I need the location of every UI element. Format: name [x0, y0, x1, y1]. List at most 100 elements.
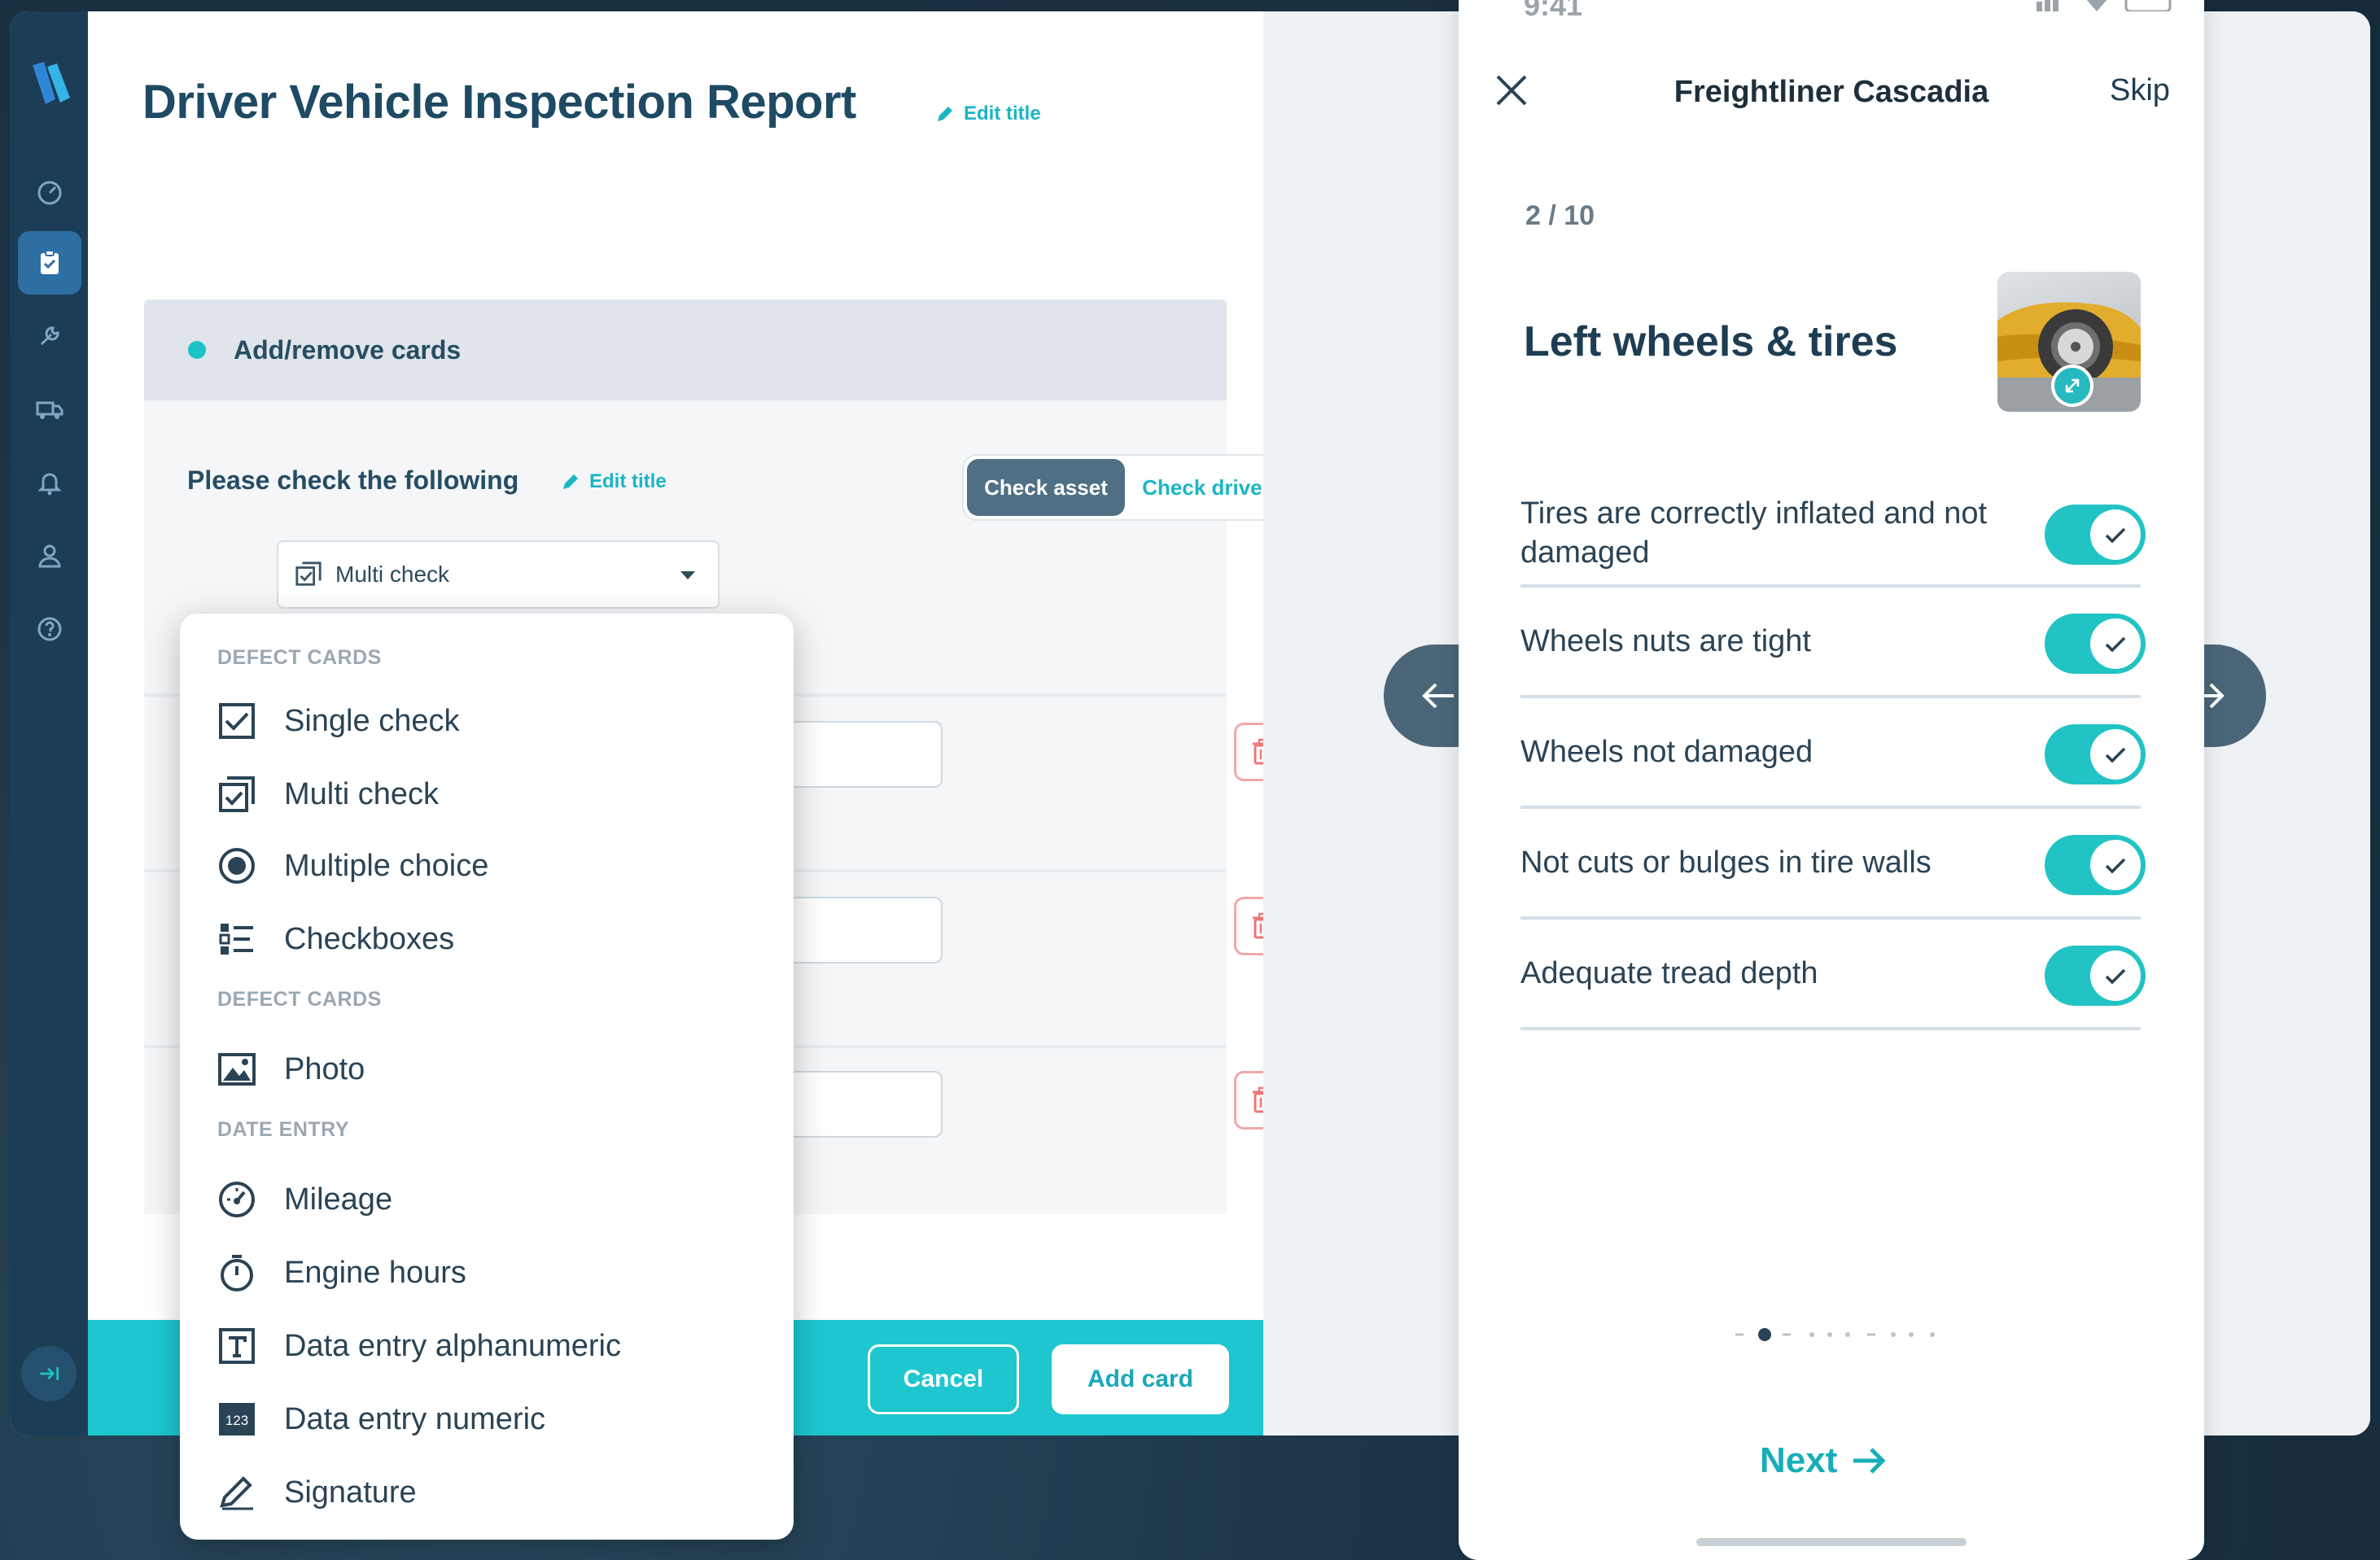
card-type-value: Multi check [335, 562, 450, 587]
dropdown-item-engine-hours[interactable]: Engine hours [217, 1248, 466, 1297]
nav-maintenance[interactable] [18, 304, 81, 368]
check-item-label: Adequate tread depth [1520, 956, 1818, 990]
image-icon [218, 1053, 256, 1086]
user-icon [38, 544, 61, 568]
checkmark-icon [2105, 747, 2126, 763]
sidebar-collapse-button[interactable] [21, 1346, 77, 1401]
svg-text:123: 123 [225, 1413, 248, 1428]
check-toggle[interactable] [2045, 614, 2146, 674]
check-item-label: Tires are correctly inflated and not dam… [1520, 496, 1988, 570]
nav-inspections[interactable] [18, 231, 81, 295]
skip-button[interactable]: Skip [2110, 73, 2170, 108]
arrow-right-icon [1853, 1448, 1886, 1474]
logo[interactable] [28, 59, 73, 107]
check-item-label: Not cuts or bulges in tire walls [1520, 846, 1932, 880]
bell-icon [37, 473, 62, 496]
check-toggle[interactable] [2045, 505, 2146, 565]
chevron-down-icon [680, 571, 695, 579]
check-type-tabs: Check asset Check driver [962, 454, 1293, 521]
dropdown-item-data-entry-numeric[interactable]: 123 Data entry numeric [217, 1395, 545, 1444]
nav-vehicles[interactable] [18, 378, 81, 441]
truck-icon [36, 401, 63, 419]
multi-check-icon [219, 776, 255, 812]
dropdown-item-label: Data entry numeric [284, 1401, 546, 1436]
collapse-arrow-icon [40, 1367, 59, 1380]
check-item: Wheels not damaged [1520, 698, 2146, 809]
tab-check-asset[interactable]: Check asset [967, 459, 1125, 516]
dashboard-icon [37, 181, 62, 205]
clipboard-check-icon [41, 250, 59, 274]
check-toggle[interactable] [2045, 946, 2146, 1006]
step-counter: 2 / 10 [1525, 200, 1595, 231]
phone-title: Freightliner Cascadia [1673, 75, 1989, 109]
checklist-icon [219, 924, 253, 955]
dropdown-item-mileage[interactable]: Mileage [217, 1175, 392, 1224]
dropdown-item-checkboxes[interactable]: Checkboxes [217, 915, 454, 964]
status-dot [188, 341, 206, 359]
radio-button-icon [219, 848, 255, 884]
section-title: Please check the following [187, 465, 519, 495]
step-title: Left wheels & tires [1524, 318, 1898, 365]
pencil-icon [938, 107, 952, 121]
card-row-input[interactable] [788, 1071, 943, 1138]
card-type-select[interactable]: Multi check [277, 540, 720, 609]
multi-check-icon [295, 562, 322, 586]
dropdown-item-label: Data entry alphanumeric [284, 1328, 621, 1363]
card-header-label: Add/remove cards [234, 334, 462, 365]
status-time: 9:41 [1524, 0, 1583, 22]
edit-title-link[interactable]: Edit title [934, 103, 1041, 125]
dropdown-item-label: Multiple choice [284, 848, 489, 883]
sidebar [10, 11, 88, 1435]
dropdown-group-label: DEFECT CARDS [217, 988, 382, 1011]
section-edit-title-link[interactable]: Edit title [560, 470, 667, 493]
nav-users[interactable] [18, 524, 81, 588]
checkmark-icon [2105, 636, 2126, 653]
dropdown-group-label: DATE ENTRY [217, 1118, 349, 1141]
section-edit-title-label: Edit title [589, 470, 667, 492]
dropdown-item-label: Checkboxes [284, 921, 455, 956]
dropdown-item-multiple-choice[interactable]: Multiple choice [217, 841, 488, 890]
dropdown-item-multi-check[interactable]: Multi check [217, 770, 439, 819]
help-icon [37, 617, 62, 641]
dropdown-item-label: Engine hours [284, 1255, 466, 1290]
check-toggle[interactable] [2045, 724, 2146, 784]
card-type-dropdown: DEFECT CARDS Single check Multi check Mu… [180, 614, 794, 1540]
arrow-left-icon [1422, 683, 1454, 709]
nav-notifications[interactable] [18, 451, 81, 514]
checkbox-checked-icon [219, 703, 255, 739]
nav-dashboard[interactable] [18, 159, 81, 223]
dropdown-item-label: Signature [284, 1475, 417, 1510]
dropdown-item-label: Mileage [284, 1182, 393, 1217]
home-indicator [1696, 1538, 1967, 1546]
next-label: Next [1760, 1440, 1838, 1480]
check-item-label: Wheels not damaged [1520, 735, 1813, 769]
checkmark-icon [2105, 858, 2126, 874]
pen-icon [220, 1476, 253, 1510]
dropdown-item-single-check[interactable]: Single check [217, 697, 459, 745]
expand-image-button[interactable] [2051, 365, 2093, 407]
edit-title-label: Edit title [964, 103, 1041, 125]
card-row-input[interactable] [788, 897, 943, 964]
check-item: Adequate tread depth [1520, 920, 2146, 1030]
status-bar-icons [2037, 0, 2172, 11]
dropdown-item-signature[interactable]: Signature [217, 1468, 417, 1517]
dropdown-item-photo[interactable]: Photo [217, 1045, 365, 1094]
dropdown-item-data-entry-alphanumeric[interactable]: Data entry alphanumeric [217, 1322, 621, 1370]
stopwatch-icon [221, 1255, 253, 1291]
nav-help[interactable] [18, 597, 81, 661]
add-card-button[interactable]: Add card [1052, 1344, 1229, 1414]
numeric-box-icon: 123 [219, 1403, 255, 1435]
next-button[interactable]: Next [1760, 1440, 1889, 1481]
checkmark-icon [2105, 968, 2126, 985]
text-box-icon [219, 1328, 255, 1364]
cancel-button[interactable]: Cancel [868, 1344, 1019, 1414]
pagination-dots [1735, 1328, 1935, 1341]
pencil-icon [563, 474, 578, 489]
wrench-icon [40, 326, 59, 346]
check-toggle[interactable] [2045, 835, 2146, 895]
card-row-input[interactable] [788, 721, 943, 788]
check-item-label: Wheels nuts are tight [1520, 624, 1811, 658]
dropdown-group-label: DEFECT CARDS [217, 646, 382, 669]
dropdown-item-label: Photo [284, 1051, 365, 1086]
check-item: Wheels nuts are tight [1520, 588, 2146, 698]
